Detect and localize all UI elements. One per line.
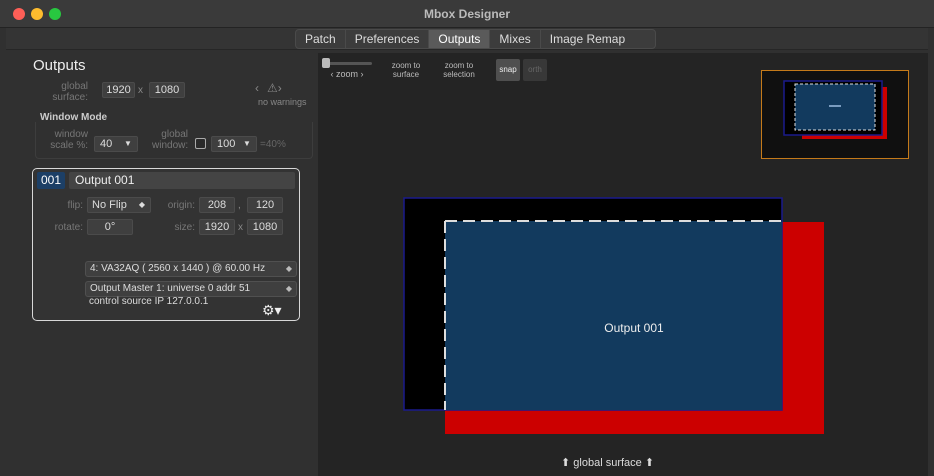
output-diagram: Output 001 [403,197,824,434]
tab-image-remap[interactable]: Image Remap [541,30,655,48]
tab-patch[interactable]: Patch [296,30,346,48]
size-width-field[interactable]: 1920 [199,219,235,235]
stepper-icon: ◆ [285,284,292,293]
origin-label: origin: [167,200,195,211]
origin-x-field[interactable]: 208 [199,197,235,213]
surface-x-separator: x [138,85,143,96]
global-window-checkbox[interactable] [195,138,206,149]
output-card[interactable]: 001 Output 001 flip: No Flip ◆ origin: 2… [32,168,300,321]
window-scale-value: 40 [100,138,113,150]
display-select[interactable]: 4: VA32AQ ( 2560 x 1440 ) @ 60.00 Hz ◆ [85,261,297,277]
warning-icon: ⚠ [267,81,278,95]
output-rect[interactable] [445,221,782,410]
canvas-area[interactable]: ‹ zoom › zoom to surface zoom to selecti… [318,53,928,476]
rotate-field[interactable]: 0° [87,219,133,235]
tab-mixes[interactable]: Mixes [490,30,541,48]
window-title: Mbox Designer [423,7,510,21]
control-source-text: control source IP 127.0.0.1 [89,296,209,307]
arrow-up-icon: ⬆ [561,457,571,469]
surface-height-field[interactable]: 1080 [149,82,185,98]
window-scale-label: window scale %: [50,129,88,151]
global-window-percent: =40% [260,139,286,150]
origin-y-field[interactable]: 120 [247,197,283,213]
master-select-value: Output Master 1: universe 0 addr 51 [90,283,251,294]
surface-width-field[interactable]: 1920 [102,82,135,98]
output-rect-label: Output 001 [604,321,664,335]
flip-select[interactable]: No Flip ◆ [87,197,151,213]
chevron-down-icon: ▼ [243,139,251,148]
tab-preferences[interactable]: Preferences [346,30,430,48]
outputs-panel: Outputs global surface: 1920 x 1080 ‹⚠› … [28,53,318,476]
global-surface-label: global surface: [52,81,88,103]
chevron-right-icon[interactable]: › [278,81,290,95]
size-height-field[interactable]: 1080 [247,219,283,235]
window-scale-select[interactable]: 40 ▼ [94,136,138,152]
chevron-left-icon[interactable]: ‹ [255,81,267,95]
chevron-down-icon: ▼ [124,139,132,148]
flip-label: flip: [67,200,83,211]
app-window: Mbox Designer Patch Preferences Outputs … [0,0,934,476]
display-select-value: 4: VA32AQ ( 2560 x 1440 ) @ 60.00 Hz [90,263,266,274]
rotate-label: rotate: [54,222,83,233]
size-label: size: [174,222,195,233]
global-window-select[interactable]: 100 ▼ [211,136,257,152]
global-window-value: 100 [217,138,236,150]
tab-outputs[interactable]: Outputs [429,30,491,48]
master-select[interactable]: Output Master 1: universe 0 addr 51 ◆ [85,281,297,297]
flip-value: No Flip [92,199,127,211]
stepper-icon: ◆ [285,264,292,273]
global-surface-label: ⬆ global surface ⬆ [561,457,655,469]
warnings-status: no warnings [258,97,307,107]
output-name-field[interactable]: Output 001 [69,172,295,189]
output-number: 001 [37,172,65,189]
tab-group: Patch Preferences Outputs Mixes Image Re… [295,29,657,49]
tab-strip: Patch Preferences Outputs Mixes Image Re… [6,28,928,50]
stepper-icon: ◆ [138,200,146,209]
warning-nav: ‹⚠› [255,81,290,95]
arrow-up-icon: ⬆ [644,457,655,469]
panel-title: Outputs [33,57,86,74]
global-window-label: global window: [152,129,189,151]
title-bar: Mbox Designer [0,0,934,28]
gear-icon[interactable]: ⚙▾ [262,302,282,319]
size-x-separator: x [238,222,243,233]
origin-separator: , [238,200,241,211]
